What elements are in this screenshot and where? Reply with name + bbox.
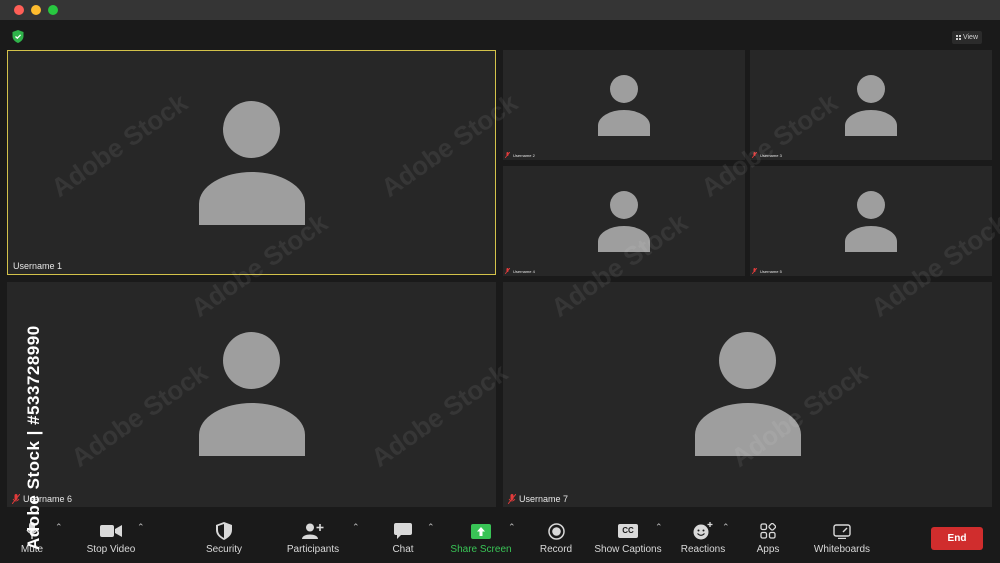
mic-muted-icon [505,152,510,158]
participant-name: Username 5 [752,268,782,274]
reactions-button[interactable]: Reactions [678,513,728,563]
whiteboards-button[interactable]: Whiteboards [810,513,874,563]
apps-icon [760,523,776,539]
mic-muted-icon [752,152,757,158]
avatar-placeholder [198,332,305,456]
chat-bubble-icon [394,523,412,539]
window-titlebar [0,0,1000,20]
close-window-button[interactable] [14,5,24,15]
video-tile-2[interactable]: Username 2 [503,50,745,160]
mic-muted-icon [505,268,510,274]
video-tile-7[interactable]: Username 7 [503,282,992,507]
participants-button[interactable]: Participants [282,513,344,563]
share-screen-button[interactable]: Share Screen [448,513,514,563]
share-options-chevron-icon[interactable]: ⌃ [508,522,516,533]
video-tile-6[interactable]: Username 6 [7,282,496,507]
maximize-window-button[interactable] [48,5,58,15]
video-options-chevron-icon[interactable]: ⌃ [137,522,145,533]
emoji-reaction-icon [693,522,713,540]
stop-video-button[interactable]: Stop Video [82,513,140,563]
video-tile-1[interactable]: Username 1 [7,50,496,275]
security-button[interactable]: Security [200,513,248,563]
show-captions-button[interactable]: CC Show Captions [593,513,663,563]
avatar-placeholder [694,332,801,456]
grid-view-icon [955,35,961,40]
meeting-topbar: View [0,20,1000,50]
view-label: View [962,34,978,41]
security-shield-icon [216,522,232,540]
closed-captions-icon: CC [618,524,638,538]
mic-muted-icon [752,268,757,274]
whiteboard-icon [833,523,851,539]
participant-name: Username 2 [505,152,535,158]
video-camera-icon [100,525,122,537]
reactions-options-chevron-icon[interactable]: ⌃ [722,522,730,533]
record-icon [547,522,565,540]
participant-name: Username 4 [505,268,535,274]
encryption-shield-icon[interactable] [12,30,24,43]
video-tile-5[interactable]: Username 5 [750,166,992,276]
participant-name: Username 1 [13,261,63,271]
minimize-window-button[interactable] [31,5,41,15]
record-button[interactable]: Record [535,513,577,563]
avatar-placeholder [598,75,650,136]
avatar-placeholder [845,75,897,136]
apps-button[interactable]: Apps [752,513,784,563]
add-participant-icon [302,523,324,539]
avatar-placeholder [198,101,305,225]
avatar-placeholder [598,191,650,252]
stock-id-watermark: Adobe Stock | #533728990 [24,325,43,550]
avatar-placeholder [845,191,897,252]
participant-name: Username 3 [752,152,782,158]
mic-muted-icon [12,494,20,504]
video-tile-3[interactable]: Username 3 [750,50,992,160]
video-tile-4[interactable]: Username 4 [503,166,745,276]
chat-button[interactable]: Chat [388,513,418,563]
chat-options-chevron-icon[interactable]: ⌃ [427,522,435,533]
captions-options-chevron-icon[interactable]: ⌃ [655,522,663,533]
view-button[interactable]: View [951,31,982,44]
meeting-toolbar: Mute ⌃ Stop Video ⌃ Security Participant… [0,513,1000,563]
mic-muted-icon [508,494,516,504]
share-screen-arrow-icon [471,523,491,539]
participant-name: Username 7 [508,494,568,504]
end-meeting-button[interactable]: End [931,527,983,550]
mute-options-chevron-icon[interactable]: ⌃ [55,522,63,533]
participants-options-chevron-icon[interactable]: ⌃ [352,522,360,533]
